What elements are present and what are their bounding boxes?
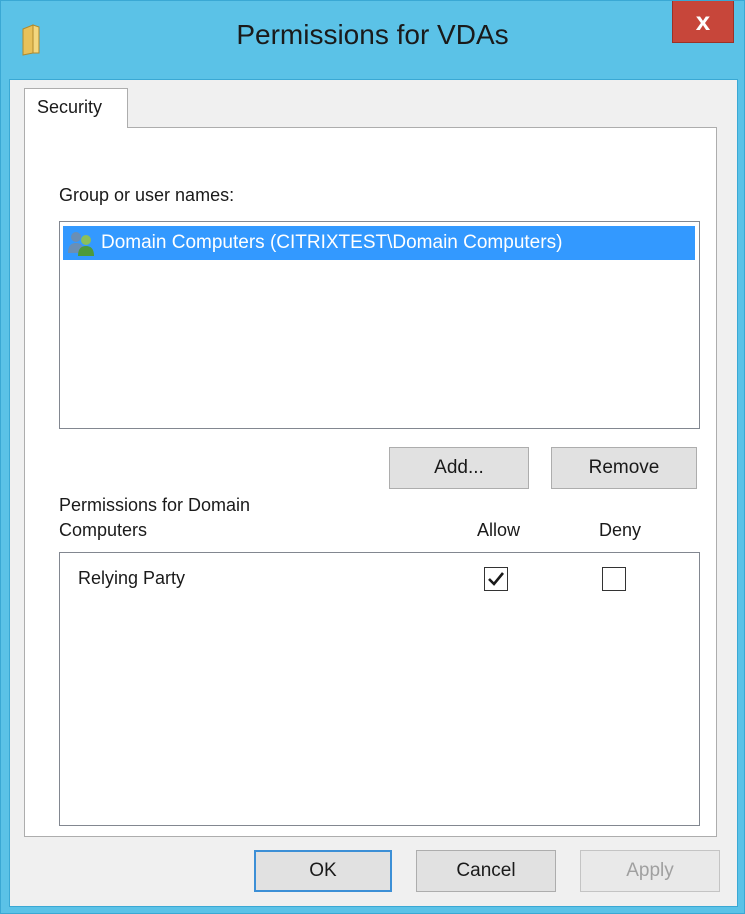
principals-listbox[interactable]: Domain Computers (CITRIXTEST\Domain Comp… bbox=[59, 221, 700, 429]
allow-column-header: Allow bbox=[477, 520, 521, 540]
permissions-dialog: Permissions for VDAs x Security Group or… bbox=[0, 0, 745, 914]
tab-security[interactable]: Security bbox=[24, 88, 128, 128]
list-item-domain-computers[interactable]: Domain Computers (CITRIXTEST\Domain Comp… bbox=[63, 226, 695, 260]
cancel-button[interactable]: Cancel bbox=[416, 850, 556, 892]
close-button[interactable]: x bbox=[672, 1, 734, 43]
ok-button[interactable]: OK bbox=[254, 850, 392, 892]
security-tab-page: Group or user names: Domain Computers (C… bbox=[24, 127, 717, 837]
window-title: Permissions for VDAs bbox=[236, 19, 509, 50]
permission-name-relying-party: Relying Party bbox=[78, 568, 186, 588]
remove-button[interactable]: Remove bbox=[551, 447, 697, 489]
add-button[interactable]: Add... bbox=[389, 447, 529, 489]
deny-checkbox-relying-party[interactable] bbox=[602, 567, 626, 591]
apply-button[interactable]: Apply bbox=[580, 850, 720, 892]
close-icon: x bbox=[695, 6, 711, 36]
deny-column-header: Deny bbox=[599, 520, 642, 540]
checkmark-icon bbox=[488, 572, 505, 586]
group-or-user-names-label: Group or user names: bbox=[59, 185, 235, 205]
allow-checkbox-relying-party[interactable] bbox=[484, 567, 508, 591]
permissions-for-label-line2: Computers bbox=[59, 520, 148, 540]
dialog-body: Security Group or user names: Domain Com… bbox=[9, 79, 738, 907]
title-bar[interactable]: Permissions for VDAs x bbox=[1, 1, 744, 79]
group-users-icon bbox=[65, 229, 99, 257]
permissions-for-label-line1: Permissions for Domain bbox=[59, 495, 251, 515]
permissions-list: Relying Party bbox=[59, 552, 700, 826]
principal-name: Domain Computers (CITRIXTEST\Domain Comp… bbox=[101, 232, 563, 253]
